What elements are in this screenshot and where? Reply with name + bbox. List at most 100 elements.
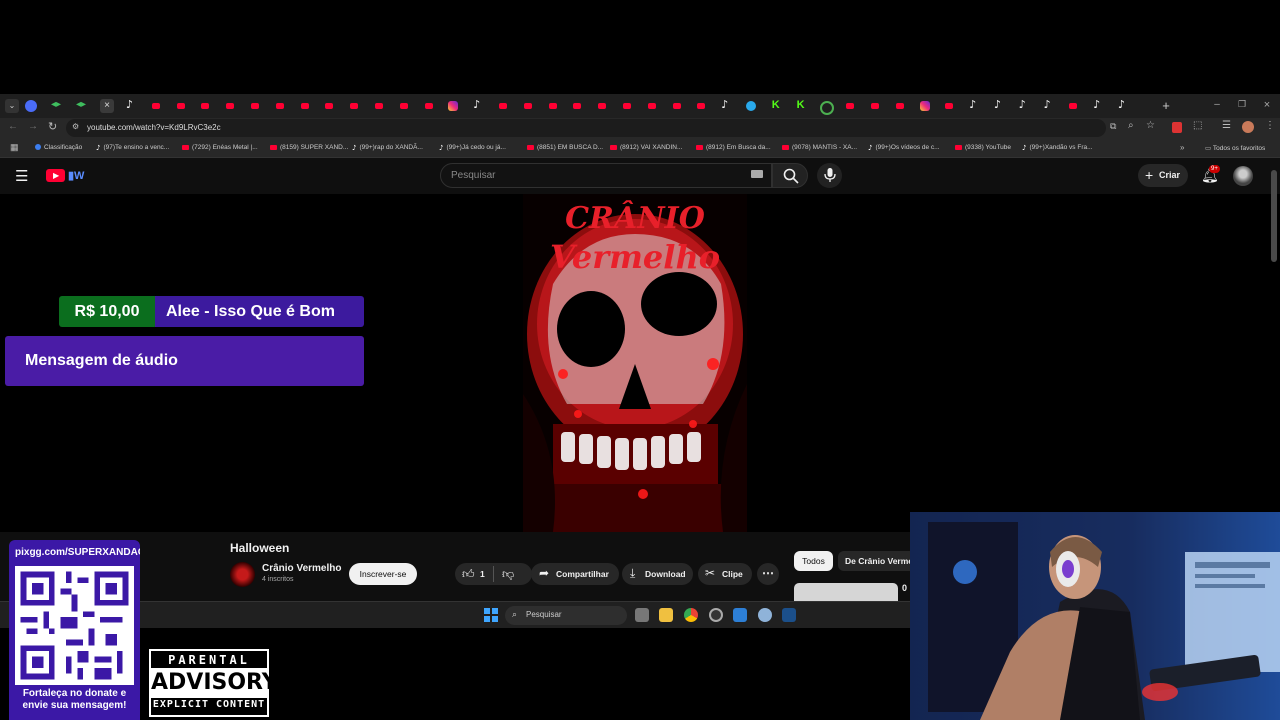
- browser-tab[interactable]: [918, 99, 932, 113]
- close-window-button[interactable]: ×: [1260, 99, 1274, 113]
- bookmark-star-icon[interactable]: ☆: [1146, 120, 1155, 131]
- browser-tab[interactable]: [149, 99, 163, 113]
- file-explorer-icon[interactable]: [659, 608, 673, 622]
- all-bookmarks-link[interactable]: ▭ Todos os favoritos: [1205, 144, 1265, 152]
- bookmark-item[interactable]: (8912) VAI XANDIN...: [610, 144, 682, 151]
- tab-pinned[interactable]: [25, 100, 37, 112]
- youtube-logo[interactable]: ▶: [46, 169, 65, 182]
- bookmark-item[interactable]: (99+)Os vídeos de c...: [868, 144, 939, 152]
- extensions-puzzle-icon[interactable]: ⬚: [1193, 120, 1202, 131]
- steam-icon[interactable]: [782, 608, 796, 622]
- forward-icon[interactable]: →: [28, 121, 38, 132]
- chrome-icon[interactable]: [684, 608, 698, 622]
- bookmark-item[interactable]: (8851) EM BUSCA D...: [527, 144, 603, 151]
- restore-button[interactable]: ❐: [1235, 99, 1249, 113]
- browser-tab[interactable]: [769, 99, 783, 113]
- browser-tab[interactable]: [843, 99, 857, 113]
- bookmark-item[interactable]: (9338) YouTube: [955, 144, 1011, 151]
- voice-search-button[interactable]: [817, 163, 842, 188]
- search-button[interactable]: [772, 163, 808, 188]
- bookmark-item[interactable]: Classificação: [35, 144, 82, 151]
- bookmark-item[interactable]: (99+)Já cedo ou já...: [439, 144, 505, 152]
- browser-tab[interactable]: [992, 98, 1006, 113]
- browser-tab[interactable]: [397, 99, 411, 113]
- browser-tab[interactable]: [595, 99, 609, 113]
- browser-tab[interactable]: [347, 99, 361, 113]
- reload-icon[interactable]: ↻: [48, 120, 57, 133]
- browser-tab[interactable]: [273, 99, 287, 113]
- channel-avatar[interactable]: [230, 562, 255, 587]
- menu-dots-icon[interactable]: ⋮: [1265, 120, 1275, 131]
- minimize-button[interactable]: –: [1210, 99, 1224, 113]
- browser-tab[interactable]: [570, 99, 584, 113]
- bookmark-item[interactable]: (8912) Em Busca da...: [696, 144, 771, 151]
- browser-tab[interactable]: [1066, 99, 1080, 113]
- settings-icon[interactable]: [758, 608, 772, 622]
- create-button[interactable]: + Criar: [1138, 164, 1188, 187]
- apps-grid-icon[interactable]: ▦: [10, 142, 19, 153]
- windows-start-icon[interactable]: [484, 608, 498, 622]
- browser-tab[interactable]: [446, 99, 460, 113]
- browser-tab[interactable]: [670, 99, 684, 113]
- task-view-icon[interactable]: [635, 608, 649, 622]
- page-scrollbar[interactable]: [1271, 170, 1277, 262]
- bookmark-item[interactable]: (8159) SUPER XAND...: [270, 144, 348, 151]
- browser-tab[interactable]: [198, 99, 212, 113]
- account-avatar[interactable]: [1233, 166, 1253, 186]
- browser-tab[interactable]: [1042, 98, 1056, 113]
- browser-tab[interactable]: [1017, 98, 1031, 113]
- more-bookmarks-icon[interactable]: »: [1180, 143, 1184, 152]
- bookmark-item[interactable]: (99+)rap do XANDÃ...: [352, 144, 422, 152]
- reading-list-icon[interactable]: ☰: [1222, 120, 1231, 131]
- profile-avatar[interactable]: [1242, 121, 1254, 133]
- browser-tab[interactable]: [967, 98, 981, 113]
- browser-tab[interactable]: [174, 99, 188, 113]
- browser-tab[interactable]: [1091, 98, 1105, 113]
- app-icon[interactable]: [733, 608, 747, 622]
- extension-icon[interactable]: [1172, 122, 1182, 133]
- chip-from-channel[interactable]: De Crânio Vermelho: [838, 551, 910, 571]
- browser-tab[interactable]: [124, 98, 138, 113]
- browser-tab[interactable]: [496, 99, 510, 113]
- hamburger-menu-icon[interactable]: ☰: [15, 167, 28, 185]
- url-field[interactable]: ⚙ youtube.com/watch?v=Kd9LRvC3e2c: [66, 119, 1106, 137]
- like-icon[interactable]: 👍︎: [462, 567, 475, 582]
- share-button[interactable]: ➦ Compartilhar: [531, 563, 619, 585]
- new-tab-button[interactable]: +: [1159, 99, 1173, 113]
- taskbar-search[interactable]: ⌕ Pesquisar: [505, 606, 627, 625]
- browser-tab[interactable]: [818, 99, 835, 115]
- tab-list-button[interactable]: ⌄: [5, 99, 19, 113]
- browser-tab[interactable]: [422, 99, 436, 113]
- browser-tab[interactable]: [794, 99, 808, 113]
- youtube-doodle-logo[interactable]: ▮W: [68, 169, 100, 182]
- tab-pinned[interactable]: ◂▸: [50, 99, 64, 113]
- browser-tab[interactable]: [620, 99, 634, 113]
- download-button[interactable]: ⤓ Download: [622, 563, 693, 585]
- site-info-icon[interactable]: ⚙: [72, 122, 79, 131]
- bookmark-item[interactable]: (99+)Xandão vs Fra...: [1022, 144, 1092, 152]
- browser-tab[interactable]: [719, 98, 733, 113]
- browser-tab[interactable]: [223, 99, 237, 113]
- zoom-icon[interactable]: ⌕: [1128, 120, 1134, 131]
- keyboard-icon[interactable]: [751, 170, 763, 178]
- browser-tab[interactable]: [248, 99, 262, 113]
- browser-tab[interactable]: [645, 99, 659, 113]
- browser-tab[interactable]: [322, 99, 336, 113]
- bookmark-item[interactable]: (9078) MANTIS - XA...: [782, 144, 857, 151]
- search-input[interactable]: Pesquisar: [440, 163, 772, 188]
- browser-tab[interactable]: [1116, 98, 1130, 113]
- dislike-icon[interactable]: 👎︎: [502, 567, 514, 582]
- recommended-thumbnail[interactable]: [794, 583, 898, 603]
- browser-tab[interactable]: [521, 99, 535, 113]
- chip-all[interactable]: Todos: [794, 551, 833, 571]
- browser-tab[interactable]: [372, 99, 386, 113]
- subscribe-button[interactable]: Inscrever-se: [349, 563, 417, 585]
- browser-tab[interactable]: [298, 99, 312, 113]
- browser-tab[interactable]: [744, 99, 758, 113]
- bookmark-item[interactable]: (7292) Enéas Metal |...: [182, 144, 258, 151]
- install-icon[interactable]: ⧉: [1110, 121, 1116, 132]
- browser-tab[interactable]: [471, 98, 485, 113]
- browser-tab[interactable]: [868, 99, 882, 113]
- more-actions-icon[interactable]: ⋯: [757, 563, 779, 585]
- tab-pinned[interactable]: ◂▸: [75, 99, 89, 113]
